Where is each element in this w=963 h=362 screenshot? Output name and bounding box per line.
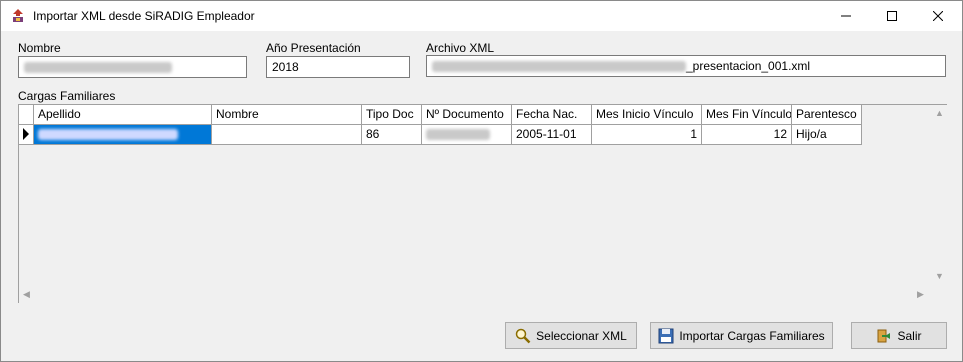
seleccionar-xml-label: Seleccionar XML [536, 328, 627, 343]
row-selector[interactable] [19, 125, 34, 145]
horizontal-scrollbar[interactable]: ◀ ▶ [19, 287, 931, 303]
cargas-grid[interactable]: Apellido Nombre Tipo Doc Nº Documento Fe… [18, 104, 947, 303]
cell-mes-fin[interactable]: 12 [702, 125, 792, 145]
col-header-tipo-doc[interactable]: Tipo Doc [362, 105, 422, 125]
salir-label: Salir [897, 328, 922, 343]
archivo-label: Archivo XML [426, 41, 495, 55]
col-header-apellido[interactable]: Apellido [34, 105, 212, 125]
scroll-up-icon[interactable]: ▲ [935, 108, 944, 118]
redacted-documento [426, 129, 490, 141]
cargas-label: Cargas Familiares [18, 89, 116, 103]
col-header-mes-fin[interactable]: Mes Fin Vínculo [702, 105, 792, 125]
current-row-arrow-icon [23, 128, 29, 140]
scroll-down-icon[interactable]: ▼ [935, 271, 944, 281]
window-title: Importar XML desde SiRADIG Empleador [33, 9, 255, 23]
import-xml-dialog: Importar XML desde SiRADIG Empleador Nom… [0, 0, 963, 362]
importar-cargas-label: Importar Cargas Familiares [679, 328, 825, 343]
anio-value: 2018 [272, 60, 299, 74]
maximize-icon [887, 11, 897, 21]
minimize-button[interactable] [823, 1, 869, 31]
col-header-nombre[interactable]: Nombre [212, 105, 362, 125]
cell-mes-inicio[interactable]: 1 [592, 125, 702, 145]
importar-cargas-button[interactable]: Importar Cargas Familiares [650, 322, 833, 349]
archivo-suffix: _presentacion_001.xml [686, 59, 811, 73]
magnifier-icon [515, 328, 531, 343]
nombre-field[interactable] [18, 56, 247, 78]
cell-n-documento[interactable] [422, 125, 512, 145]
anio-field[interactable]: 2018 [266, 56, 410, 78]
maximize-button[interactable] [869, 1, 915, 31]
col-header-n-documento[interactable]: Nº Documento [422, 105, 512, 125]
cell-apellido[interactable] [34, 125, 212, 145]
cell-tipo-doc[interactable]: 86 [362, 125, 422, 145]
col-header-mes-inicio[interactable]: Mes Inicio Vínculo [592, 105, 702, 125]
vertical-scrollbar[interactable]: ▲ ▼ [931, 105, 947, 287]
archivo-field[interactable]: _presentacion_001.xml [426, 55, 946, 77]
scroll-right-icon[interactable]: ▶ [917, 289, 924, 300]
cell-fecha-nac[interactable]: 2005-11-01 [512, 125, 592, 145]
nombre-label: Nombre [18, 41, 61, 55]
scroll-corner [931, 287, 947, 303]
cell-nombre[interactable] [212, 125, 362, 145]
col-header-parentesco[interactable]: Parentesco [792, 105, 862, 125]
close-button[interactable] [915, 1, 961, 31]
scroll-left-icon[interactable]: ◀ [23, 289, 30, 300]
title-bar: Importar XML desde SiRADIG Empleador [1, 1, 962, 31]
col-header-fecha-nac[interactable]: Fecha Nac. [512, 105, 592, 125]
redacted-archivo-path [432, 61, 686, 73]
salir-button[interactable]: Salir [851, 322, 947, 349]
anio-label: Año Presentación [266, 41, 361, 55]
header-corner [19, 105, 34, 125]
cell-parentesco[interactable]: Hijo/a [792, 125, 862, 145]
floppy-disk-icon [658, 328, 674, 343]
minimize-icon [841, 15, 851, 17]
exit-icon [877, 329, 891, 342]
seleccionar-xml-button[interactable]: Seleccionar XML [505, 322, 637, 349]
siradig-app-icon [13, 9, 23, 22]
redacted-nombre [24, 62, 172, 74]
close-icon [933, 11, 943, 21]
redacted-apellido [38, 129, 178, 141]
